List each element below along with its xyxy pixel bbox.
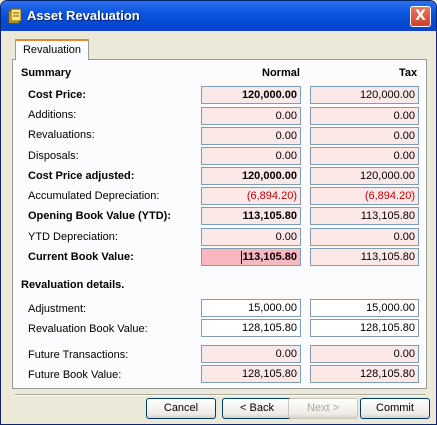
accumulated-depreciation-label: Accumulated Depreciation: <box>28 190 160 202</box>
revaluations-normal-field: 0.00 <box>201 127 301 145</box>
normal-column-header: Normal <box>262 67 300 79</box>
ytd-depreciation-tax-field: 0.00 <box>310 228 419 246</box>
revaluation-book-value-normal-input[interactable]: 128,105.80 <box>201 319 301 337</box>
disposals-tax-field: 0.00 <box>310 147 419 165</box>
opening-book-value-tax-field: 113,105.80 <box>310 207 419 225</box>
future-transactions-tax-field: 0.00 <box>310 345 419 363</box>
current-book-value-tax-field: 113,105.80 <box>310 248 419 266</box>
button-separator <box>15 394 425 396</box>
additions-tax-field: 0.00 <box>310 107 419 125</box>
ytd-depreciation-normal-field: 0.00 <box>201 228 301 246</box>
cost-price-tax-field: 120,000.00 <box>310 86 419 104</box>
future-book-value-tax-field: 128,105.80 <box>310 365 419 383</box>
disposals-label: Disposals: <box>28 150 79 162</box>
current-book-value-normal-text: 113,105.80 <box>242 251 297 263</box>
cost-price-normal-field: 120,000.00 <box>201 86 301 104</box>
asset-revaluation-window: Asset Revaluation X Revaluation Summary … <box>0 0 437 425</box>
disposals-normal-field: 0.00 <box>201 147 301 165</box>
future-book-value-normal-field: 128,105.80 <box>201 365 301 383</box>
cost-price-adjusted-normal-field: 120,000.00 <box>201 167 301 185</box>
current-book-value-label: Current Book Value: <box>28 251 134 263</box>
current-book-value-normal-field[interactable]: 113,105.80 <box>201 248 301 266</box>
future-transactions-label: Future Transactions: <box>28 349 129 361</box>
window-title: Asset Revaluation <box>27 8 140 23</box>
summary-heading: Summary <box>21 67 72 79</box>
ytd-depreciation-label: YTD Depreciation: <box>28 231 118 243</box>
adjustment-normal-input[interactable]: 15,000.00 <box>201 299 301 317</box>
back-button[interactable]: < Back <box>222 398 292 419</box>
future-book-value-label: Future Book Value: <box>28 369 122 381</box>
opening-book-value-normal-field: 113,105.80 <box>201 207 301 225</box>
commit-button[interactable]: Commit <box>360 398 430 419</box>
tab-revaluation[interactable]: Revaluation <box>15 39 89 60</box>
adjustment-tax-input[interactable]: 15,000.00 <box>310 299 419 317</box>
accumulated-depreciation-normal-field: (6,894.20) <box>201 187 301 205</box>
cost-price-adjusted-tax-field: 120,000.00 <box>310 167 419 185</box>
adjustment-label: Adjustment: <box>28 303 87 315</box>
cost-price-label: Cost Price: <box>28 89 87 101</box>
accumulated-depreciation-tax-field: (6,894.20) <box>310 187 419 205</box>
revaluations-label: Revaluations: <box>28 129 95 141</box>
additions-label: Additions: <box>28 109 77 121</box>
cancel-button[interactable]: Cancel <box>146 398 216 419</box>
tax-column-header: Tax <box>399 67 418 79</box>
next-button[interactable]: Next > <box>288 398 358 419</box>
revaluation-book-value-label: Revaluation Book Value: <box>28 323 148 335</box>
revaluations-tax-field: 0.00 <box>310 127 419 145</box>
title-bar[interactable]: Asset Revaluation X <box>1 1 436 31</box>
revaluation-book-value-tax-input[interactable]: 128,105.80 <box>310 319 419 337</box>
close-icon[interactable]: X <box>410 6 431 27</box>
text-cursor <box>240 250 242 264</box>
opening-book-value-label: Opening Book Value (YTD): <box>28 210 172 222</box>
future-transactions-normal-field: 0.00 <box>201 345 301 363</box>
revaluation-details-heading: Revaluation details. <box>21 279 125 291</box>
additions-normal-field: 0.00 <box>201 107 301 125</box>
cost-price-adjusted-label: Cost Price adjusted: <box>28 170 135 182</box>
asset-icon <box>8 8 22 24</box>
